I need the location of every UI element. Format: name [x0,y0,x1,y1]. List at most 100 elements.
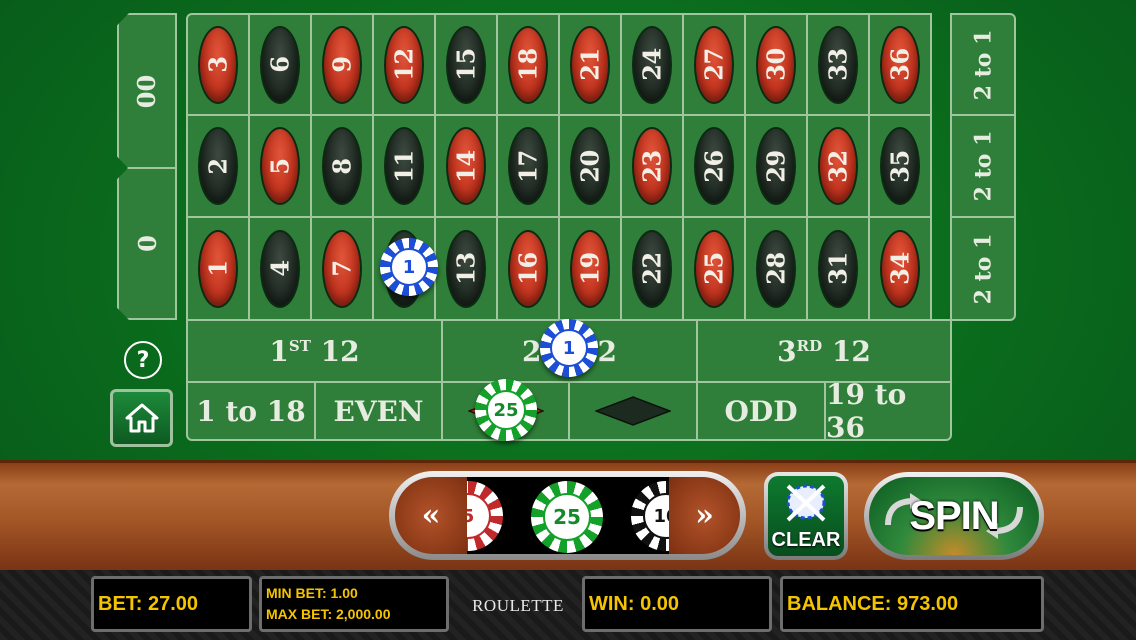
number-oval: 14 [446,127,486,205]
bet-number-15[interactable]: 15 [434,13,498,116]
bet-number-33[interactable]: 33 [806,13,870,116]
bet-number-3[interactable]: 3 [186,13,250,116]
number-oval: 25 [694,229,734,308]
number-oval: 17 [508,127,548,205]
column-top-label: 2 to 1 [970,29,996,100]
bet-number-26[interactable]: 26 [682,114,746,218]
number-oval: 7 [322,229,362,308]
number-label: 26 [699,149,729,183]
bet-black[interactable] [568,381,698,441]
bet-number-18[interactable]: 18 [496,13,560,116]
win-value: WIN: 0.00 [589,592,680,615]
number-label: 13 [451,252,481,285]
bet-number-35[interactable]: 35 [868,114,932,218]
low-label: 1 to 18 [196,394,306,428]
bet-number-11[interactable]: 11 [372,114,436,218]
bet-number-6[interactable]: 6 [248,13,312,116]
number-label: 8 [327,157,357,175]
bet-even[interactable]: EVEN [314,381,443,441]
bet-third-dozen[interactable]: 3RD 12 [696,319,952,383]
chip-value: 25 [543,493,591,541]
bet-number-13[interactable]: 13 [434,216,498,321]
bet-number-12[interactable]: 12 [372,13,436,116]
number-oval: 4 [260,229,300,308]
bet-number-7[interactable]: 7 [310,216,374,321]
number-oval: 22 [632,229,672,308]
placed-chip-second-dozen[interactable]: 1 [540,319,598,377]
prev-chevron-icon: « [421,498,441,533]
chip-option-next[interactable]: 10 [631,481,669,551]
bet-column-bottom[interactable]: 2 to 1 [950,216,1016,321]
high-label: 19 to 36 [826,378,907,444]
bet-number-31[interactable]: 31 [806,216,870,321]
bet-number-36[interactable]: 36 [868,13,932,116]
bet-number-27[interactable]: 27 [682,13,746,116]
bet-double-zero[interactable]: 00 [117,13,177,169]
help-button[interactable]: ? [124,341,162,379]
chip-value: 1 [550,329,588,367]
bet-low[interactable]: 1 to 18 [186,381,316,441]
placed-chip-red[interactable]: 25 [475,379,537,441]
number-label: 9 [327,56,357,73]
number-oval: 15 [446,25,486,104]
bet-number-21[interactable]: 21 [558,13,622,116]
number-label: 27 [699,48,729,81]
number-label: 21 [575,48,605,81]
placed-chip-number-10[interactable]: 1 [380,238,438,296]
number-label: 18 [513,48,543,81]
prev-chip-button[interactable]: « [395,477,467,554]
bet-number-32[interactable]: 32 [806,114,870,218]
bet-number-14[interactable]: 14 [434,114,498,218]
bet-number-1[interactable]: 1 [186,216,250,321]
bet-number-34[interactable]: 34 [868,216,932,321]
number-oval: 26 [694,127,734,205]
bet-number-8[interactable]: 8 [310,114,374,218]
bet-number-29[interactable]: 29 [744,114,808,218]
bet-number-9[interactable]: 9 [310,13,374,116]
number-label: 30 [761,48,791,81]
number-oval: 29 [756,127,796,205]
number-label: 33 [823,48,853,81]
spin-button[interactable]: SPIN [864,472,1044,560]
chip-option-selected[interactable]: 25 [531,481,603,553]
bet-column-top[interactable]: 2 to 1 [950,13,1016,116]
bet-number-5[interactable]: 5 [248,114,312,218]
bet-number-17[interactable]: 17 [496,114,560,218]
bet-odd[interactable]: ODD [696,381,826,441]
bet-zero[interactable]: 0 [117,167,177,320]
bet-number-24[interactable]: 24 [620,13,684,116]
bet-number-28[interactable]: 28 [744,216,808,321]
bet-number-19[interactable]: 19 [558,216,622,321]
bet-column-middle[interactable]: 2 to 1 [950,114,1016,218]
column-middle-label: 2 to 1 [970,130,996,202]
balance-value: BALANCE: 973.00 [787,592,959,615]
bet-number-2[interactable]: 2 [186,114,250,218]
number-oval: 6 [260,25,300,104]
bet-number-25[interactable]: 25 [682,216,746,321]
balance-panel: BALANCE: 973.00 [780,576,1044,632]
bet-number-4[interactable]: 4 [248,216,312,321]
number-oval: 28 [756,229,796,308]
next-chip-button[interactable]: » [669,477,740,554]
double-zero-label: 00 [132,74,162,108]
bet-number-30[interactable]: 30 [744,13,808,116]
zero-label: 0 [132,235,162,252]
bet-number-16[interactable]: 16 [496,216,560,321]
max-bet-value: MAX BET: 2,000.00 [266,606,391,622]
number-oval: 21 [570,25,610,104]
home-button[interactable] [110,389,173,447]
number-label: 2 [203,157,233,175]
bet-number-22[interactable]: 22 [620,216,684,321]
bet-number-20[interactable]: 20 [558,114,622,218]
bet-high[interactable]: 19 to 36 [824,378,952,444]
number-oval: 13 [446,229,486,308]
clear-chips-icon [786,484,826,522]
number-oval: 2 [198,127,238,205]
clear-button[interactable]: CLEAR [764,472,848,560]
chip-option-prev[interactable]: 5 [467,481,503,551]
bet-first-dozen[interactable]: 1ST 12 [186,319,443,383]
help-icon: ? [136,347,150,373]
bet-number-23[interactable]: 23 [620,114,684,218]
number-label: 34 [885,252,915,285]
black-diamond-icon [595,396,671,426]
